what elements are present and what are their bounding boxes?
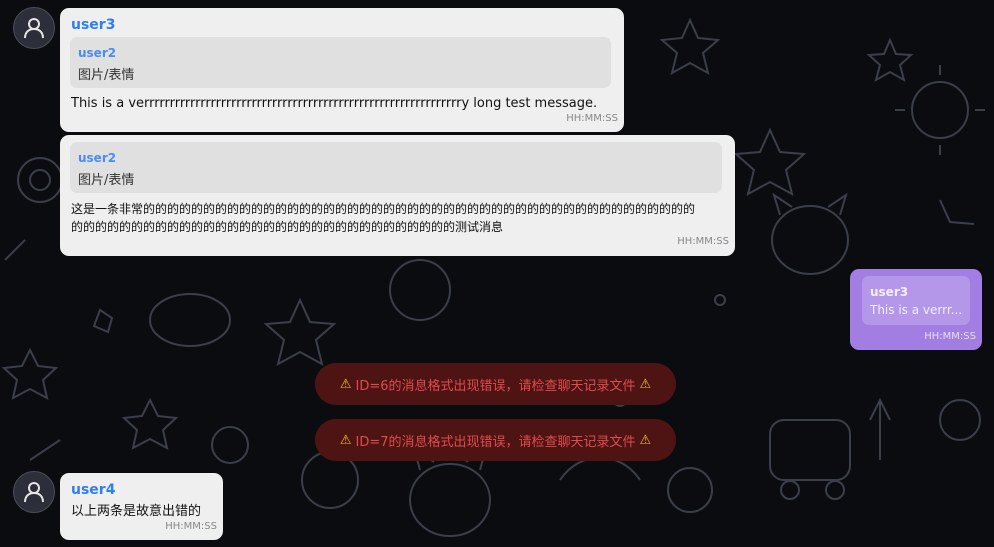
message-bubble[interactable]: user3 user2 图片/表情 This is a verrrrrrrrrr… bbox=[60, 8, 624, 132]
quoted-message[interactable]: user2 图片/表情 bbox=[70, 142, 722, 193]
message-text: This is a verrrrrrrrrrrrrrrrrrrrrrrrrrrr… bbox=[71, 96, 598, 111]
warning-icon: ⚠ bbox=[339, 376, 352, 392]
message-text-line: 的的的的的的的的的的的的的的的的的的的的的的的的的的的的的的的的测试消息 bbox=[71, 220, 504, 234]
quoted-message[interactable]: user2 图片/表情 bbox=[70, 37, 611, 88]
message-bubble[interactable]: user2 图片/表情 这是一条非常的的的的的的的的的的的的的的的的的的的的的的… bbox=[60, 135, 735, 256]
message-text: 以上两条是故意出错的 bbox=[71, 504, 202, 519]
message-username[interactable]: user4 bbox=[71, 482, 115, 498]
warning-icon: ⚠ bbox=[639, 376, 652, 392]
error-notice: ⚠ ID=7的消息格式出现错误，请检查聊天记录文件 ⚠ bbox=[315, 419, 676, 461]
quoted-username: user2 bbox=[78, 46, 117, 60]
message-timestamp: HH:MM:SS bbox=[165, 521, 217, 532]
message-text-line: 这是一条非常的的的的的的的的的的的的的的的的的的的的的的的的的的的的的的的的的的… bbox=[71, 202, 696, 216]
warning-icon: ⚠ bbox=[339, 432, 352, 448]
quoted-text: 图片/表情 bbox=[78, 173, 135, 188]
user-avatar-icon bbox=[24, 18, 44, 39]
message-timestamp: HH:MM:SS bbox=[677, 236, 729, 247]
avatar[interactable] bbox=[13, 7, 55, 49]
error-notice: ⚠ ID=6的消息格式出现错误，请检查聊天记录文件 ⚠ bbox=[315, 363, 676, 405]
user-avatar-icon bbox=[24, 482, 44, 503]
warning-icon: ⚠ bbox=[639, 432, 652, 448]
error-text: ID=6的消息格式出现错误，请检查聊天记录文件 bbox=[355, 378, 636, 394]
quoted-text: This is a verrr... bbox=[870, 303, 963, 317]
message-timestamp: HH:MM:SS bbox=[924, 331, 976, 342]
message-timestamp: HH:MM:SS bbox=[566, 113, 618, 124]
quoted-username: user3 bbox=[870, 285, 909, 299]
message-username[interactable]: user3 bbox=[71, 17, 115, 33]
quoted-message[interactable]: user3 This is a verrr... bbox=[862, 276, 970, 325]
error-text: ID=7的消息格式出现错误，请检查聊天记录文件 bbox=[355, 434, 636, 450]
quoted-text: 图片/表情 bbox=[78, 68, 135, 83]
quoted-username: user2 bbox=[78, 151, 117, 165]
own-message-bubble[interactable]: user3 This is a verrr... HH:MM:SS bbox=[850, 269, 982, 350]
avatar[interactable] bbox=[13, 471, 55, 513]
message-bubble[interactable]: user4 以上两条是故意出错的 HH:MM:SS bbox=[60, 473, 223, 540]
